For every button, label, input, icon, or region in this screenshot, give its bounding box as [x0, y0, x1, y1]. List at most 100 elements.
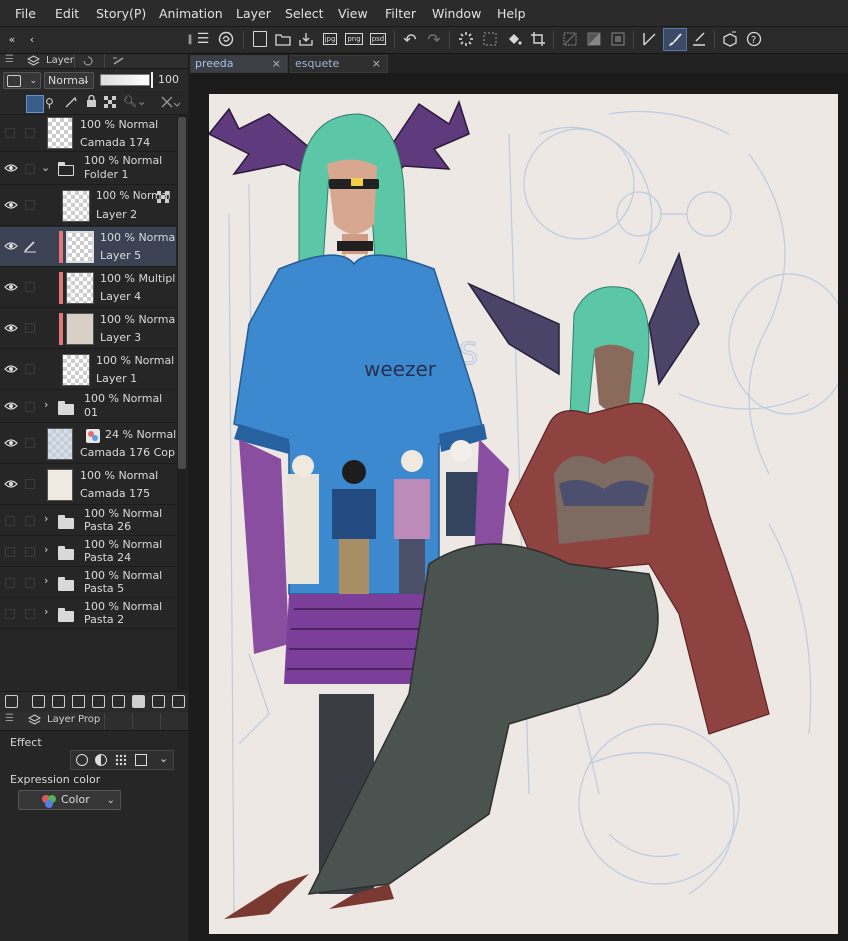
new-vector-layer-icon[interactable]	[52, 695, 65, 708]
panel-menu-icon[interactable]: ☰	[5, 54, 14, 65]
layer-color-dropdown[interactable]: ⌄	[3, 72, 41, 89]
layer-row[interactable]: 100 % Normal Layer 1	[0, 350, 176, 390]
eye-icon[interactable]	[4, 163, 18, 173]
layer-name[interactable]: Camada 175	[80, 487, 150, 500]
selection-border-icon[interactable]	[608, 29, 628, 49]
panel-options-icon[interactable]	[5, 695, 18, 708]
tab-animation[interactable]	[132, 713, 155, 729]
chevron-right-icon[interactable]: ›	[44, 574, 48, 587]
clip-studio-icon[interactable]	[216, 29, 236, 49]
blend-mode-dropdown[interactable]: Normal ⌄	[44, 72, 94, 89]
menu-file[interactable]: File	[15, 6, 36, 21]
eye-icon[interactable]	[4, 438, 18, 448]
tone-icon[interactable]	[115, 754, 127, 769]
layer-row[interactable]: 100 % Normal Layer 3	[0, 309, 176, 349]
redo-icon[interactable]: ↷	[424, 29, 444, 49]
tab-sub-view[interactable]	[160, 713, 183, 729]
chevron-right-icon[interactable]: ›	[44, 398, 48, 411]
save-icon[interactable]	[296, 29, 316, 49]
menu-view[interactable]: View	[338, 6, 368, 21]
opacity-value[interactable]: 100	[158, 73, 179, 86]
chevron-right-icon[interactable]: ›	[44, 605, 48, 618]
tab-layer-property[interactable]: Layer Prop	[47, 714, 100, 725]
layer-name[interactable]: Folder 1	[84, 168, 129, 181]
layer-name[interactable]: Layer 2	[96, 208, 137, 221]
layer-name[interactable]: Layer 3	[100, 331, 141, 344]
extract-line-icon[interactable]	[95, 754, 107, 766]
brush-tool-icon[interactable]	[663, 28, 687, 51]
visibility-toggle[interactable]	[5, 609, 15, 619]
eye-icon[interactable]	[4, 241, 18, 251]
layer-lock-toggle[interactable]	[25, 402, 35, 412]
menu-window[interactable]: Window	[432, 6, 481, 21]
mask-menu-icon[interactable]: 🔍︎⌄	[123, 95, 146, 108]
copy-layer-icon[interactable]	[92, 695, 105, 708]
layer-lock-toggle[interactable]	[25, 200, 35, 210]
folder-row[interactable]: › 100 % Normal 01	[0, 391, 176, 423]
layer-name[interactable]: Pasta 5	[84, 582, 124, 595]
crop-icon[interactable]	[528, 29, 548, 49]
export-jpg-icon[interactable]: jpg	[320, 29, 340, 49]
panel-menu-icon[interactable]: ☰	[5, 713, 14, 724]
layer-name[interactable]: Layer 5	[100, 249, 141, 262]
eye-icon[interactable]	[4, 401, 18, 411]
folder-row[interactable]: › 100 % Normal Pasta 24	[0, 537, 176, 567]
export-png-icon[interactable]: png	[344, 29, 364, 49]
layer-name[interactable]: Camada 174	[80, 136, 150, 149]
new-raster-layer-icon[interactable]	[32, 695, 45, 708]
menu-help[interactable]: Help	[497, 6, 526, 21]
clear-selection-icon[interactable]	[480, 29, 500, 49]
layer-row[interactable]: 100 % Normal Camada 175	[0, 465, 176, 505]
border-effect-icon[interactable]	[76, 754, 88, 766]
chevron-right-icon[interactable]: ›	[44, 512, 48, 525]
undo-icon[interactable]: ↶	[400, 29, 420, 49]
selection-invert-icon[interactable]	[560, 29, 580, 49]
opacity-slider-handle[interactable]	[151, 72, 153, 88]
layer-row[interactable]: 100 % Multiply Layer 4	[0, 268, 176, 308]
vector-pen-icon[interactable]	[640, 29, 660, 49]
ruler-range-icon[interactable]	[160, 95, 181, 112]
selection-fill-icon[interactable]	[584, 29, 604, 49]
clip-layer-icon[interactable]	[26, 95, 44, 113]
visibility-toggle[interactable]	[5, 578, 15, 588]
eye-icon[interactable]	[4, 200, 18, 210]
layer-lock-toggle[interactable]	[25, 578, 35, 588]
close-icon[interactable]: ×	[272, 56, 281, 72]
apply-mask-icon[interactable]	[152, 695, 165, 708]
fill-bucket-icon[interactable]	[504, 29, 524, 49]
layer-lock-toggle[interactable]	[25, 364, 35, 374]
menu-filter[interactable]: Filter	[385, 6, 416, 21]
eye-icon[interactable]	[4, 282, 18, 292]
drawing-canvas[interactable]: S S	[209, 94, 838, 934]
layer-lock-toggle[interactable]	[25, 479, 35, 489]
layer-name[interactable]: Camada 176 Copiar	[80, 446, 176, 459]
layer-lock-toggle[interactable]	[25, 128, 35, 138]
eye-icon[interactable]	[4, 364, 18, 374]
opacity-slider[interactable]	[100, 74, 150, 86]
layer-lock-toggle[interactable]	[25, 547, 35, 557]
eye-icon[interactable]	[4, 323, 18, 333]
menu-edit[interactable]: Edit	[55, 6, 79, 21]
draft-layer-icon[interactable]	[65, 96, 77, 111]
menu-layer[interactable]: Layer	[236, 6, 271, 21]
new-file-icon[interactable]	[250, 29, 270, 49]
hamburger-menu-icon[interactable]: ☰	[193, 29, 213, 49]
expression-color-dropdown[interactable]: Color ⌄	[18, 790, 121, 810]
merge-down-icon[interactable]	[112, 695, 125, 708]
visibility-toggle[interactable]	[5, 128, 15, 138]
layer-row-selected[interactable]: 100 % Normal Layer 5	[0, 227, 176, 267]
ruler-pen-icon[interactable]	[689, 29, 709, 49]
menu-animation[interactable]: Animation	[159, 6, 223, 21]
open-folder-icon[interactable]	[273, 29, 293, 49]
close-icon[interactable]: ×	[372, 56, 381, 72]
chevron-right-icon[interactable]: ›	[44, 543, 48, 556]
layer-list[interactable]: 100 % Normal Camada 174 ⌄ 100 % Normal F…	[0, 115, 176, 690]
folder-row[interactable]: › 100 % Normal Pasta 5	[0, 568, 176, 598]
folder-row[interactable]: › 100 % Normal Pasta 2	[0, 599, 176, 629]
menu-story[interactable]: Story(P)	[96, 6, 146, 21]
collapse-left-icon[interactable]: «	[2, 29, 22, 49]
folder-row[interactable]: › 100 % Normal Pasta 26	[0, 506, 176, 536]
reference-layer-icon[interactable]: ⚲	[45, 96, 54, 110]
lock-transparent-icon[interactable]	[104, 96, 116, 111]
lock-icon[interactable]	[86, 94, 97, 111]
